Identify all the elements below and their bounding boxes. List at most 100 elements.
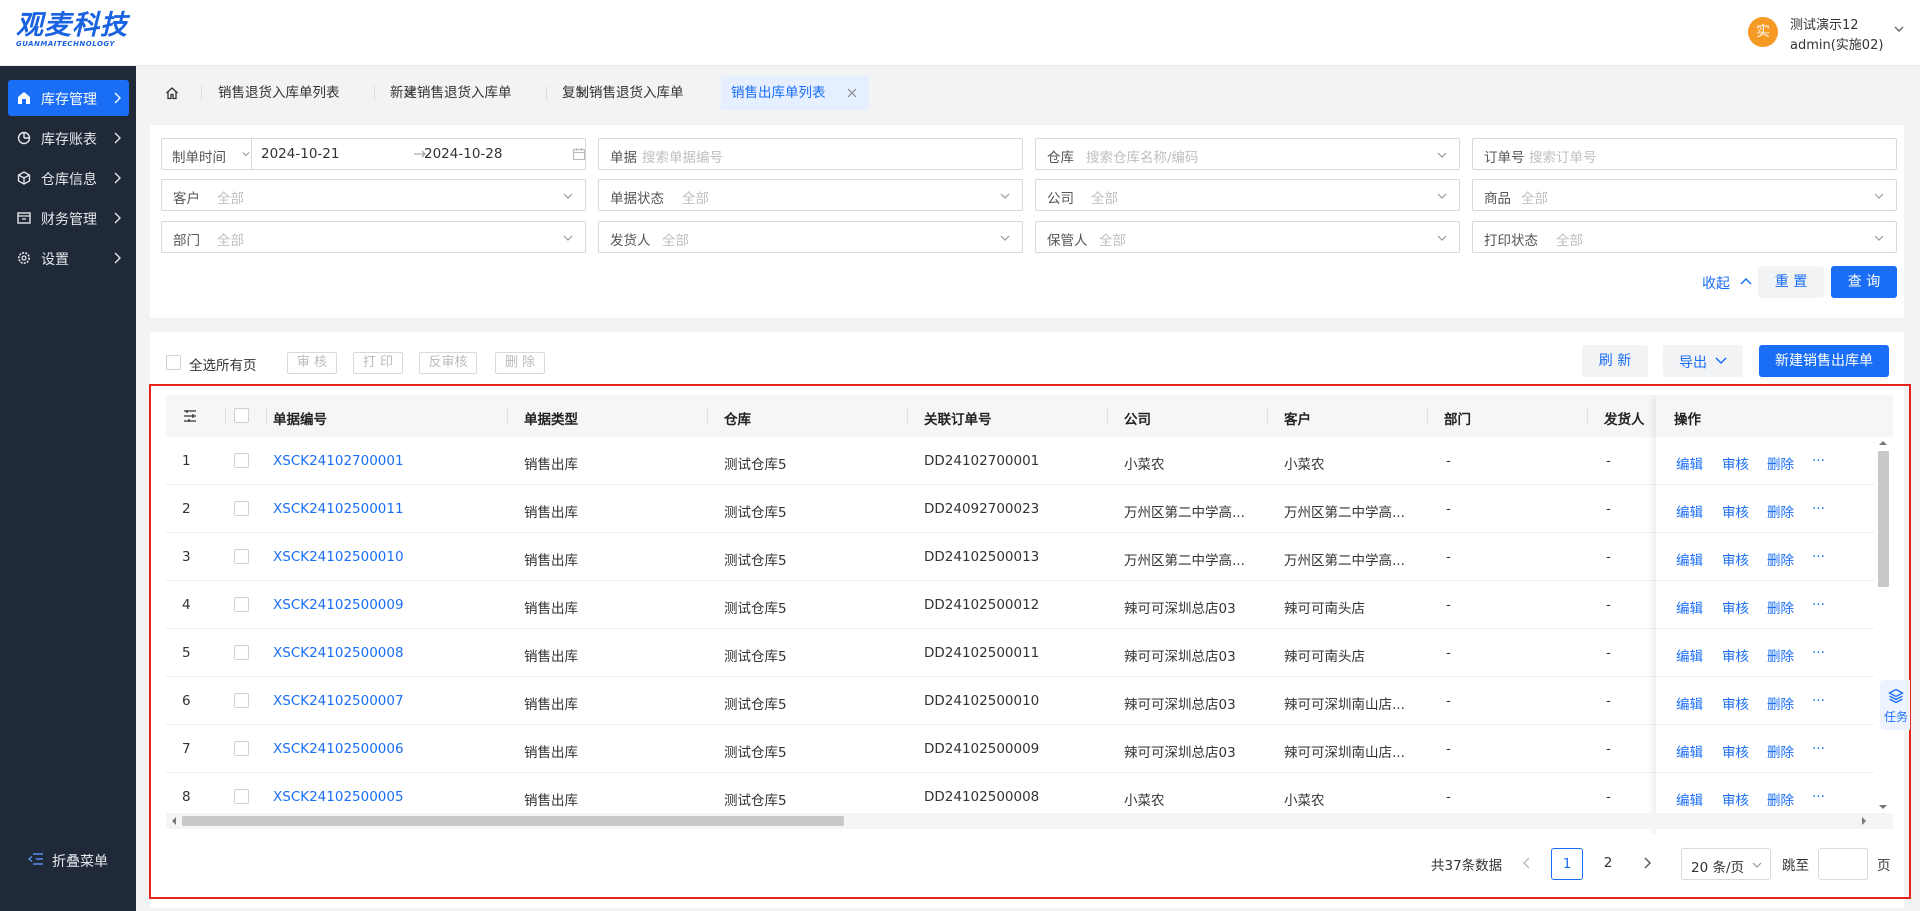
row-checkbox[interactable] <box>234 645 249 660</box>
horizontal-scroll-thumb[interactable] <box>182 816 844 826</box>
department-select[interactable]: 部门 全部 <box>161 221 586 253</box>
edit-link[interactable]: 编辑 <box>1676 741 1703 761</box>
date-end-value[interactable]: 2024-10-28 <box>424 146 502 162</box>
tab-copy-sales-return[interactable]: 复制销售退货入库单 <box>552 76 759 110</box>
doc-search-field[interactable]: 单据 搜索单据编号 <box>598 138 1023 170</box>
sidebar-item-finance[interactable]: 财务管理 <box>8 200 129 236</box>
doc-code-link[interactable]: XSCK24102500009 <box>273 597 404 613</box>
more-actions-link[interactable]: ··· <box>1812 693 1825 709</box>
date-range-filter[interactable]: 制单时间 2024-10-21 2024-10-28 <box>161 138 586 170</box>
row-checkbox[interactable] <box>234 453 249 468</box>
refresh-button[interactable]: 刷 新 <box>1582 345 1648 377</box>
col-header-warehouse[interactable]: 仓库 <box>724 408 751 428</box>
edit-link[interactable]: 编辑 <box>1676 549 1703 569</box>
more-actions-link[interactable]: ··· <box>1812 453 1825 469</box>
approve-link[interactable]: 审核 <box>1722 693 1749 713</box>
collapse-filters-link[interactable]: 收起 <box>1702 273 1752 293</box>
sidebar-item-stock-ledger[interactable]: 库存账表 <box>8 120 129 156</box>
doc-code-link[interactable]: XSCK24102500007 <box>273 693 404 709</box>
tab-sales-return-list[interactable]: 销售退货入库单列表 <box>208 76 415 110</box>
col-header-type[interactable]: 单据类型 <box>524 408 578 428</box>
delete-link[interactable]: 删除 <box>1767 453 1794 473</box>
delete-link[interactable]: 删除 <box>1767 501 1794 521</box>
bulk-delete-button[interactable]: 删 除 <box>495 352 545 374</box>
row-checkbox[interactable] <box>234 501 249 516</box>
row-checkbox[interactable] <box>234 741 249 756</box>
doc-code-link[interactable]: XSCK24102500011 <box>273 501 404 517</box>
page-1-button[interactable]: 1 <box>1551 848 1583 880</box>
shipper-select[interactable]: 发货人 全部 <box>598 221 1023 253</box>
row-checkbox[interactable] <box>234 693 249 708</box>
delete-link[interactable]: 删除 <box>1767 549 1794 569</box>
more-actions-link[interactable]: ··· <box>1812 789 1825 805</box>
delete-link[interactable]: 删除 <box>1767 597 1794 617</box>
tab-home[interactable] <box>152 76 192 110</box>
more-actions-link[interactable]: ··· <box>1812 549 1825 565</box>
tab-new-sales-return[interactable]: 新建销售退货入库单 <box>380 76 587 110</box>
edit-link[interactable]: 编辑 <box>1676 693 1703 713</box>
col-header-company[interactable]: 公司 <box>1124 408 1151 428</box>
approve-link[interactable]: 审核 <box>1722 789 1749 809</box>
edit-link[interactable]: 编辑 <box>1676 453 1703 473</box>
page-size-select[interactable]: 20 条/页 <box>1681 848 1771 880</box>
approve-link[interactable]: 审核 <box>1722 741 1749 761</box>
sidebar-item-inventory[interactable]: 库存管理 <box>8 80 129 116</box>
approve-link[interactable]: 审核 <box>1722 645 1749 665</box>
select-all-pages-checkbox[interactable] <box>166 355 181 370</box>
prev-page-icon[interactable] <box>1522 857 1532 869</box>
page-2-button[interactable]: 2 <box>1592 848 1624 880</box>
delete-link[interactable]: 删除 <box>1767 693 1794 713</box>
task-float-button[interactable]: 任务 <box>1880 680 1910 730</box>
sidebar-item-warehouse-info[interactable]: 仓库信息 <box>8 160 129 196</box>
row-checkbox[interactable] <box>234 549 249 564</box>
product-select[interactable]: 商品 全部 <box>1472 179 1897 211</box>
doc-code-link[interactable]: XSCK24102500005 <box>273 789 404 805</box>
goto-page-input[interactable] <box>1818 848 1868 880</box>
vertical-scroll-thumb[interactable] <box>1878 451 1889 587</box>
doc-status-select[interactable]: 单据状态 全部 <box>598 179 1023 211</box>
more-actions-link[interactable]: ··· <box>1812 741 1825 757</box>
scroll-down-icon[interactable] <box>1879 803 1887 811</box>
column-settings-icon[interactable] <box>183 410 197 422</box>
col-header-code[interactable]: 单据编号 <box>273 408 327 428</box>
bulk-print-button[interactable]: 打 印 <box>353 352 403 374</box>
more-actions-link[interactable]: ··· <box>1812 501 1825 517</box>
new-sales-outbound-button[interactable]: 新建销售出库单 <box>1759 345 1889 377</box>
approve-link[interactable]: 审核 <box>1722 597 1749 617</box>
vertical-scrollbar[interactable] <box>1874 437 1893 813</box>
order-search-field[interactable]: 订单号 搜索订单号 <box>1472 138 1897 170</box>
delete-link[interactable]: 删除 <box>1767 645 1794 665</box>
more-actions-link[interactable]: ··· <box>1812 645 1825 661</box>
date-type-select[interactable]: 制单时间 <box>162 139 252 169</box>
scroll-left-icon[interactable] <box>170 817 178 825</box>
company-select[interactable]: 公司 全部 <box>1035 179 1460 211</box>
doc-code-link[interactable]: XSCK24102500006 <box>273 741 404 757</box>
print-status-select[interactable]: 打印状态 全部 <box>1472 221 1897 253</box>
row-checkbox[interactable] <box>234 789 249 804</box>
user-menu[interactable]: 实 测试演示12 admin(实施02) <box>1748 14 1908 53</box>
collapse-menu-button[interactable]: 折叠菜单 <box>28 848 128 872</box>
brand-logo[interactable]: 观麦科技 GUANMAITECHNOLOGY <box>16 10 146 54</box>
edit-link[interactable]: 编辑 <box>1676 645 1703 665</box>
query-button[interactable]: 查 询 <box>1831 266 1897 298</box>
reset-button[interactable]: 重 置 <box>1758 266 1824 298</box>
edit-link[interactable]: 编辑 <box>1676 501 1703 521</box>
scroll-up-icon[interactable] <box>1879 439 1887 447</box>
tab-sales-outbound-list[interactable]: 销售出库单列表 <box>721 76 869 110</box>
col-header-shipper[interactable]: 发货人 <box>1604 408 1645 428</box>
warehouse-search-field[interactable]: 仓库 搜索仓库名称/编码 <box>1035 138 1460 170</box>
doc-code-link[interactable]: XSCK24102500008 <box>273 645 404 661</box>
sidebar-item-settings[interactable]: 设置 <box>8 240 129 276</box>
scroll-right-icon[interactable] <box>1860 817 1868 825</box>
doc-code-link[interactable]: XSCK24102700001 <box>273 453 404 469</box>
approve-link[interactable]: 审核 <box>1722 501 1749 521</box>
close-icon[interactable] <box>846 87 858 99</box>
bulk-unapprove-button[interactable]: 反审核 <box>419 352 477 374</box>
more-actions-link[interactable]: ··· <box>1812 597 1825 613</box>
row-checkbox[interactable] <box>234 597 249 612</box>
bulk-approve-button[interactable]: 审 核 <box>287 352 337 374</box>
delete-link[interactable]: 删除 <box>1767 789 1794 809</box>
select-page-checkbox[interactable] <box>234 408 249 423</box>
approve-link[interactable]: 审核 <box>1722 549 1749 569</box>
next-page-icon[interactable] <box>1642 857 1652 869</box>
